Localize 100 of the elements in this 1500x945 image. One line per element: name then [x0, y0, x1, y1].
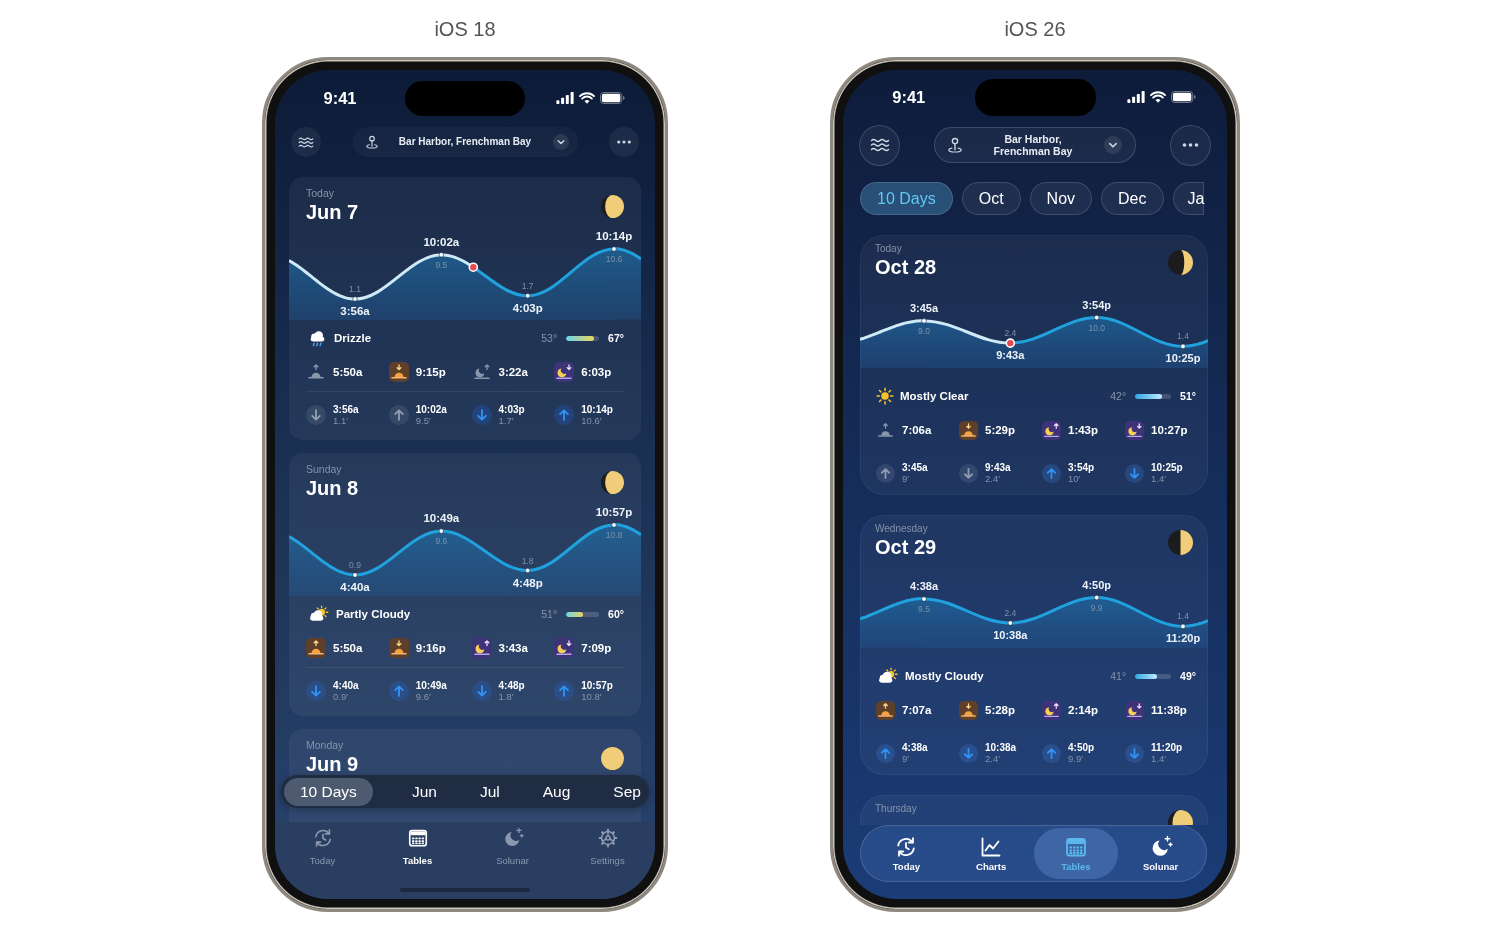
day-label: Today [875, 243, 902, 255]
tide-height-label: 10.6 [605, 254, 623, 264]
event-time: 5:50a [333, 366, 363, 378]
tide-time: 10:38a [985, 742, 1017, 753]
tide-height: 1.4′ [1151, 473, 1166, 484]
tide-height-label: 9.9 [1090, 602, 1103, 613]
tide-height: 1.8′ [498, 691, 514, 702]
tide-time: 4:48p [498, 680, 525, 691]
tide-height-label: 2.4 [1004, 328, 1017, 339]
day-label: Wednesday [875, 523, 928, 535]
event-time: 7:06a [902, 424, 932, 436]
tide-time: 10:02a [415, 404, 447, 415]
tide-height: 1.7′ [498, 415, 514, 426]
tide-height: 10.6′ [581, 415, 602, 426]
high-temperature: 67° [608, 332, 624, 344]
tide-time-label: 10:57p [595, 506, 633, 518]
event-time: 9:15p [415, 366, 446, 378]
event-time: 11:38p [1151, 704, 1187, 716]
tide-height: 10.8′ [581, 691, 602, 702]
tide-height: 9.9′ [1068, 753, 1083, 764]
tide-time-label: 3:54p [1082, 298, 1112, 311]
date-heading: Oct 28 [875, 255, 937, 279]
tide-time: 3:56a [333, 404, 359, 415]
low-temperature: 41° [1110, 670, 1127, 682]
low-temperature: 53° [541, 332, 558, 344]
high-temperature: 49° [1180, 670, 1196, 682]
tide-time-label: 10:02a [423, 235, 460, 248]
tide-height: 2.4′ [985, 753, 1000, 764]
tide-height-label: 9.6 [435, 536, 448, 547]
tide-time-label: 4:38a [909, 580, 939, 592]
tide-time: 9:43a [985, 462, 1011, 473]
event-time: 6:03p [581, 366, 612, 378]
tide-height: 9′ [902, 473, 910, 484]
tide-time: 10:49a [415, 680, 447, 691]
tide-height: 10′ [1068, 473, 1081, 484]
date-heading: Jun 9 [306, 752, 359, 776]
tide-time-label: 4:50p [1082, 578, 1112, 591]
tide-height-label: 9.0 [918, 325, 930, 336]
tide-time-label: 10:25p [1165, 352, 1201, 365]
tide-time-label: 11:20p [1165, 632, 1201, 645]
tide-height: 1.4′ [1151, 753, 1166, 764]
low-temperature: 42° [1110, 390, 1127, 402]
day-label: Thursday [875, 803, 917, 815]
weather-condition: Mostly Clear [900, 390, 969, 402]
tide-height-label: 1.8 [521, 555, 534, 566]
tide-time: 10:25p [1151, 462, 1183, 473]
tide-time: 11:20p [1151, 742, 1183, 753]
tide-time: 10:57p [581, 680, 613, 691]
tide-time-label: 10:38a [993, 629, 1028, 641]
tide-time-label: 3:56a [340, 305, 370, 317]
event-time: 7:07a [902, 704, 932, 716]
tide-height: 2.4′ [985, 473, 1000, 484]
tide-height-label: 1.4 [1177, 611, 1189, 622]
day-label: Sunday [306, 463, 342, 476]
weather-condition: Drizzle [334, 332, 372, 344]
event-time: 10:27p [1151, 424, 1188, 436]
tide-height-label: 9.5 [918, 604, 930, 614]
low-temperature: 51° [541, 608, 558, 620]
tide-height-label: 1.4 [1177, 331, 1189, 342]
status-time: 9:41 [323, 88, 357, 108]
tide-height-label: 10.8 [605, 530, 623, 540]
day-label: Today [306, 187, 335, 200]
tide-time: 10:14p [581, 404, 613, 415]
tide-height-label: 10.0 [1088, 322, 1105, 333]
date-heading: Jun 7 [306, 200, 359, 224]
date-heading: Oct 29 [875, 535, 937, 559]
event-time: 5:29p [985, 424, 1016, 436]
tide-height: 9.5′ [415, 415, 431, 426]
tide-time: 4:50p [1068, 742, 1095, 753]
event-time: 5:28p [985, 704, 1016, 716]
event-time: 7:09p [581, 642, 612, 654]
event-time: 3:22a [498, 366, 528, 378]
tide-height-label: 9.5 [435, 259, 448, 270]
tide-height-label: 2.4 [1004, 608, 1017, 618]
tide-time-label: 4:03p [512, 301, 543, 314]
tide-time-label: 10:49a [423, 512, 460, 525]
weather-condition: Mostly Cloudy [905, 670, 984, 682]
tide-time-label: 4:48p [512, 576, 543, 589]
tide-time: 4:38a [902, 742, 928, 753]
tide-time: 3:45a [902, 462, 928, 473]
tide-height: 9′ [902, 753, 910, 764]
tide-time-label: 4:40a [340, 581, 370, 593]
high-temperature: 60° [608, 608, 624, 620]
event-time: 5:50a [333, 642, 363, 654]
comparison-heading: iOS 18 [434, 17, 496, 42]
high-temperature: 51° [1180, 390, 1196, 402]
day-label: Monday [306, 739, 344, 752]
tide-time-label: 3:45a [909, 301, 939, 314]
tide-time-label: 9:43a [996, 349, 1025, 362]
tide-time: 3:54p [1068, 462, 1095, 473]
tide-height: 9.6′ [415, 691, 431, 702]
event-time: 2:14p [1068, 704, 1099, 716]
tide-height: 0.9′ [333, 691, 348, 702]
tide-height: 1.1′ [333, 415, 348, 426]
status-time: 9:41 [892, 87, 926, 107]
weather-condition: Partly Cloudy [336, 608, 411, 620]
tide-height-label: 1.7 [521, 280, 534, 291]
tide-time: 4:40a [333, 680, 359, 691]
tide-time-label: 10:14p [595, 230, 633, 242]
date-heading: Jun 8 [306, 476, 359, 500]
